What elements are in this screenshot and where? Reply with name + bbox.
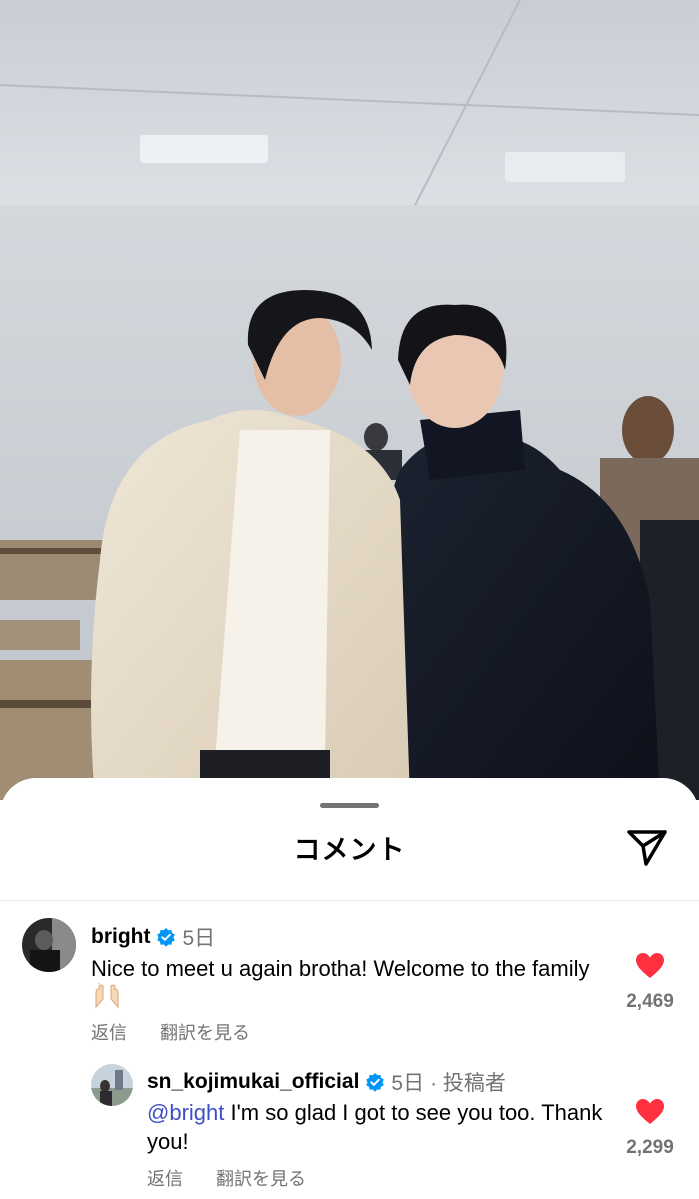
comment-reply-item: sn_kojimukai_official 5日 · 投稿者 @bright I… [0,778,699,1199]
comment-actions: 返信 翻訳を見る [147,1165,306,1191]
comments-sheet: コメント bright 5日 Nice to meet u again brot… [0,778,699,1199]
heart-filled-icon[interactable] [635,1098,665,1125]
translate-button[interactable]: 翻訳を見る [216,1169,306,1189]
comment-time: 5日 [391,1072,425,1095]
screen: コメント bright 5日 Nice to meet u again brot… [0,0,699,1199]
like-control: 2,299 [615,1098,685,1159]
reply-button[interactable]: 返信 [147,1169,183,1189]
post-photo[interactable] [0,0,699,800]
comment-header: sn_kojimukai_official 5日 · 投稿者 [147,1067,506,1097]
username[interactable]: sn_kojimukai_official [147,1070,359,1094]
photo-illustration [0,0,699,800]
mention-link[interactable]: @bright [147,1100,224,1125]
verified-badge-icon [366,1073,385,1092]
author-tag: · 投稿者 [430,1072,506,1095]
avatar[interactable] [91,1064,133,1106]
comment-text-block: @bright I'm so glad I got to see you too… [147,1098,617,1156]
like-count: 2,299 [626,1137,674,1158]
